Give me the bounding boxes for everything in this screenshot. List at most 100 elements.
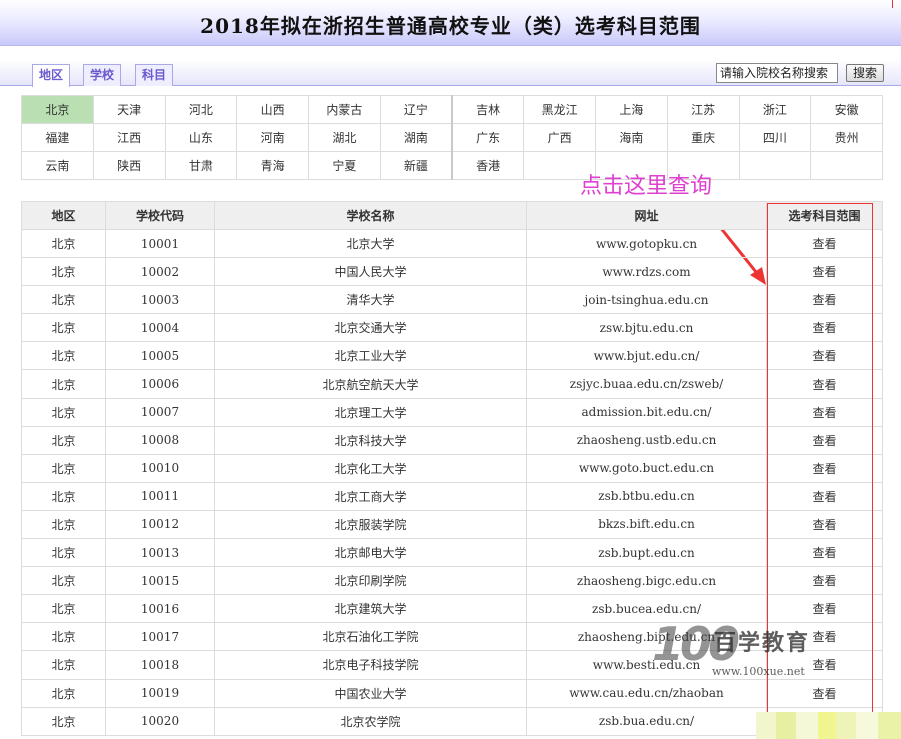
region-item[interactable]: 青海 xyxy=(236,151,309,180)
region-item[interactable]: 宁夏 xyxy=(308,151,381,180)
cell-school-name: 北京印刷学院 xyxy=(214,566,527,596)
cell-region: 北京 xyxy=(21,285,106,315)
view-subjects-link[interactable]: 查看 xyxy=(766,313,883,343)
region-item[interactable]: 辽宁 xyxy=(379,95,453,124)
table-row: 北京 10006 北京航空航天大学 zsjyc.buaa.edu.cn/zsweb/查… xyxy=(21,369,883,399)
cell-region: 北京 xyxy=(21,369,106,399)
edge-marker xyxy=(892,0,893,8)
region-item[interactable]: 内蒙古 xyxy=(308,95,381,124)
cell-region: 北京 xyxy=(21,341,106,371)
region-item[interactable]: 山东 xyxy=(164,123,238,152)
region-item[interactable]: 河北 xyxy=(164,95,238,124)
region-item[interactable]: 陕西 xyxy=(92,151,166,180)
table-row: 北京 10007 北京理工大学 admission.bit.edu.cn/查看 xyxy=(21,397,883,427)
cell-school-name: 北京电子科技学院 xyxy=(214,650,527,680)
cell-website: zhaosheng.bigc.edu.cn xyxy=(526,566,767,596)
region-row: 福建 江西 山东 河南 湖北 湖南 广东 广西 海南 重庆 四川 贵州 xyxy=(21,123,883,152)
cell-school-name: 中国农业大学 xyxy=(214,678,527,708)
tab-subject[interactable]: 科目 xyxy=(135,64,174,86)
cell-region: 北京 xyxy=(21,397,106,427)
cell-school-code: 10017 xyxy=(105,622,215,652)
cell-school-code: 10012 xyxy=(105,509,215,540)
cell-website: www.bjut.edu.cn/ xyxy=(526,341,767,371)
region-item[interactable]: 黑龙江 xyxy=(523,95,596,124)
school-table: 地区 学校代码 学校名称 网址 选考科目范围 北京 10001 北京大学 www.go… xyxy=(21,201,883,736)
region-item[interactable]: 云南 xyxy=(21,151,94,180)
region-item[interactable]: 湖南 xyxy=(379,123,453,152)
region-item[interactable]: 甘肃 xyxy=(164,151,238,180)
view-subjects-link[interactable]: 查看 xyxy=(766,622,883,652)
cell-school-name: 北京交通大学 xyxy=(214,313,527,343)
region-item[interactable]: 江苏 xyxy=(666,95,740,124)
cell-website: www.rdzs.com xyxy=(526,257,767,287)
cell-region: 北京 xyxy=(21,594,106,624)
region-item[interactable]: 海南 xyxy=(595,123,668,152)
tab-school[interactable]: 学校 xyxy=(83,64,122,86)
region-item[interactable]: 新疆 xyxy=(379,151,453,180)
cell-school-name: 北京石油化工学院 xyxy=(214,622,527,652)
annotation-label: 点击这里查询 xyxy=(580,174,713,199)
view-subjects-link[interactable]: 查看 xyxy=(766,594,883,624)
view-subjects-link[interactable]: 查看 xyxy=(766,481,883,511)
tab-region[interactable]: 地区 xyxy=(32,64,71,87)
table-row: 北京 10015 北京印刷学院 zhaosheng.bigc.edu.cn 查看 xyxy=(21,566,883,596)
cell-website: www.besti.edu.cn xyxy=(526,650,767,680)
view-subjects-link[interactable]: 查看 xyxy=(766,538,883,568)
cell-region: 北京 xyxy=(21,706,106,736)
view-subjects-link[interactable]: 查看 xyxy=(766,650,883,680)
col-header-url: 网址 xyxy=(526,201,767,230)
region-item[interactable]: 北京 xyxy=(21,95,94,124)
region-item[interactable]: 吉林 xyxy=(451,95,525,124)
region-grid: 北京 天津 河北 山西 内蒙古 辽宁 吉林 黑龙江 上海 江苏 浙江 安徽 福建 江西 山东 河南 湖北 湖南 广东… xyxy=(21,95,883,180)
cell-region: 北京 xyxy=(21,566,106,596)
col-header-subjects: 选考科目范围 xyxy=(766,201,883,230)
region-item[interactable]: 广东 xyxy=(451,123,525,152)
region-item[interactable]: 四川 xyxy=(738,123,812,152)
region-item[interactable]: 安徽 xyxy=(810,95,883,124)
region-item[interactable]: 上海 xyxy=(595,95,668,124)
cell-region: 北京 xyxy=(21,453,106,483)
cell-website: zsb.bupt.edu.cn xyxy=(526,538,767,568)
table-row: 北京 10002 中国人民大学 www.rdzs.com 查看 xyxy=(21,257,883,287)
view-subjects-link[interactable]: 查看 xyxy=(766,257,883,287)
view-subjects-link[interactable]: 查看 xyxy=(766,509,883,540)
view-subjects-link[interactable]: 查看 xyxy=(766,369,883,399)
region-item[interactable]: 香港 xyxy=(451,151,525,180)
view-subjects-link[interactable]: 查看 xyxy=(766,341,883,371)
table-row: 北京 10001 北京大学 www.gotopku.cn 查看 xyxy=(21,228,883,259)
table-row: 北京 10017 北京石油化工学院 zhaosheng.bipt.edu.cn 查看 xyxy=(21,622,883,652)
region-item[interactable]: 贵州 xyxy=(810,123,883,152)
cell-website: www.gotopku.cn xyxy=(526,228,767,259)
region-item[interactable]: 湖北 xyxy=(308,123,381,152)
region-item[interactable]: 浙江 xyxy=(738,95,812,124)
cell-school-code: 10018 xyxy=(105,650,215,680)
region-item[interactable]: 河南 xyxy=(236,123,309,152)
view-subjects-link[interactable]: 查看 xyxy=(766,397,883,427)
region-item[interactable]: 江西 xyxy=(92,123,166,152)
cell-website: zsb.bucea.edu.cn/ xyxy=(526,594,767,624)
view-subjects-link[interactable]: 查看 xyxy=(766,425,883,455)
view-subjects-link[interactable]: 查看 xyxy=(766,453,883,483)
region-item[interactable]: 山西 xyxy=(236,95,309,124)
cell-school-code: 10001 xyxy=(105,228,215,259)
cell-school-code: 10008 xyxy=(105,425,215,455)
view-subjects-link[interactable]: 查看 xyxy=(766,678,883,708)
table-row: 北京 10019 中国农业大学 www.cau.edu.cn/zhaoban 查看 xyxy=(21,678,883,708)
search-button[interactable]: 搜索 xyxy=(846,64,884,82)
region-item[interactable]: 广西 xyxy=(523,123,596,152)
cell-website: zsjyc.buaa.edu.cn/zsweb/ xyxy=(526,369,767,399)
region-item[interactable]: 天津 xyxy=(92,95,166,124)
school-search-input[interactable] xyxy=(716,63,838,83)
cell-school-name: 北京服装学院 xyxy=(214,509,527,540)
table-row: 北京 10008 北京科技大学 zhaosheng.ustb.edu.cn 查看 xyxy=(21,425,883,455)
view-subjects-link[interactable]: 查看 xyxy=(766,228,883,259)
view-subjects-link[interactable]: 查看 xyxy=(766,566,883,596)
cell-school-code: 10004 xyxy=(105,313,215,343)
region-item[interactable]: 福建 xyxy=(21,123,94,152)
tab-bar: 地区 学校 科目 搜索 xyxy=(0,60,901,87)
view-subjects-link[interactable]: 查看 xyxy=(766,285,883,315)
view-subjects-link[interactable]: 查看 xyxy=(766,706,883,736)
region-item[interactable]: 重庆 xyxy=(666,123,740,152)
cell-website: zsb.bua.edu.cn/ xyxy=(526,706,767,736)
cell-school-code: 10016 xyxy=(105,594,215,624)
